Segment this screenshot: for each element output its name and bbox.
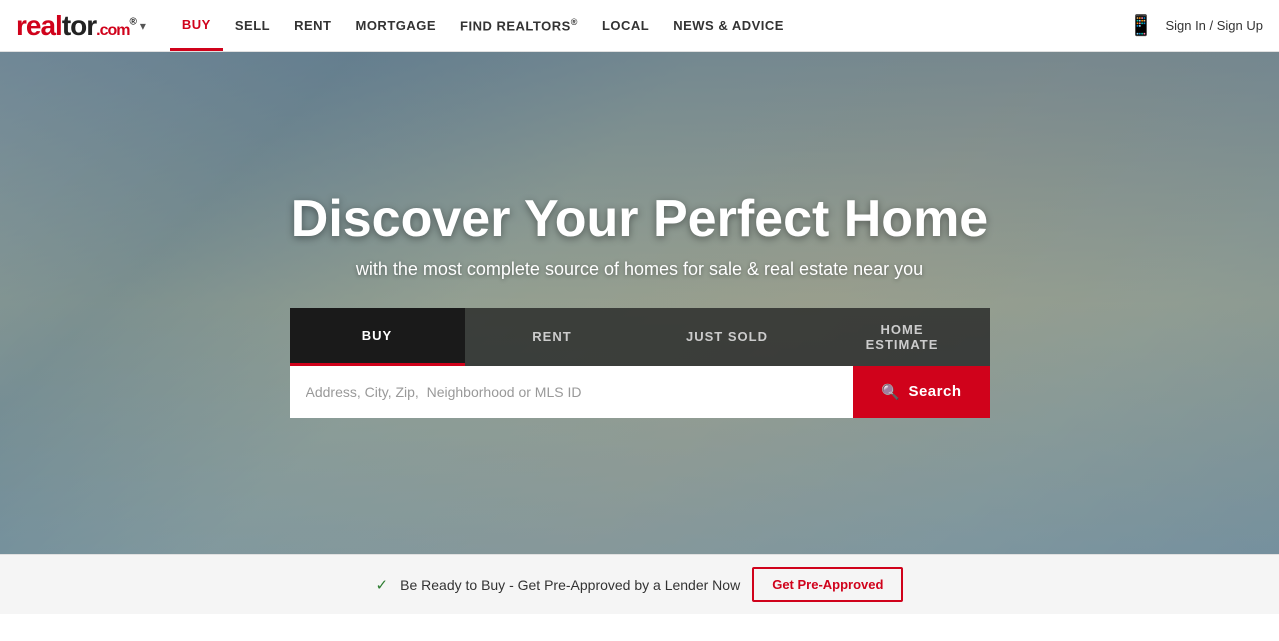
nav-link-mortgage[interactable]: MORTGAGE	[343, 2, 448, 49]
nav-links: BUY SELL RENT MORTGAGE Find REALTORS® LO…	[170, 1, 796, 51]
tab-rent[interactable]: RENT	[465, 308, 640, 366]
nav-item-buy[interactable]: BUY	[170, 1, 223, 51]
hero-content: Discover Your Perfect Home with the most…	[0, 189, 1279, 418]
logo[interactable]: realtor.com® ▾	[16, 10, 146, 42]
nav-item-sell[interactable]: SELL	[223, 2, 282, 49]
nav-link-sell[interactable]: SELL	[223, 2, 282, 49]
search-tabs: BUY RENT JUST SOLD HOME ESTIMATE	[290, 308, 990, 366]
nav-link-rent[interactable]: RENT	[282, 2, 343, 49]
nav-link-realtors[interactable]: Find REALTORS®	[448, 1, 590, 49]
logo-tor: tor	[62, 10, 96, 41]
tab-home-estimate[interactable]: HOME ESTIMATE	[815, 308, 990, 366]
get-pre-approved-button[interactable]: Get Pre-Approved	[752, 567, 903, 602]
logo-reg: ®	[130, 16, 136, 27]
nav-item-mortgage[interactable]: MORTGAGE	[343, 2, 448, 49]
nav-item-news[interactable]: NEWS & ADVICE	[661, 2, 796, 49]
tab-buy[interactable]: BUY	[290, 308, 465, 366]
navbar: realtor.com® ▾ BUY SELL RENT MORTGAGE Fi…	[0, 0, 1279, 52]
sign-in-link[interactable]: Sign In / Sign Up	[1165, 18, 1263, 33]
nav-item-realtors[interactable]: Find REALTORS®	[448, 1, 590, 49]
nav-link-news[interactable]: NEWS & ADVICE	[661, 2, 796, 49]
nav-item-rent[interactable]: RENT	[282, 2, 343, 49]
nav-item-local[interactable]: LOCAL	[590, 2, 661, 49]
search-input[interactable]	[290, 366, 854, 418]
promo-text: Be Ready to Buy - Get Pre-Approved by a …	[400, 577, 740, 593]
check-icon: ✓	[376, 576, 389, 594]
nav-link-local[interactable]: LOCAL	[590, 2, 661, 49]
nav-right: 📱 Sign In / Sign Up	[1129, 13, 1263, 38]
nav-link-buy[interactable]: BUY	[170, 1, 223, 51]
search-button[interactable]: 🔍 Search	[853, 366, 989, 418]
hero-section: Discover Your Perfect Home with the most…	[0, 52, 1279, 554]
search-container: BUY RENT JUST SOLD HOME ESTIMATE 🔍 Searc…	[290, 308, 990, 418]
logo-domain: .com	[96, 22, 129, 39]
search-button-label: Search	[908, 383, 961, 400]
hero-subtitle: with the most complete source of homes f…	[20, 259, 1259, 280]
search-box: 🔍 Search	[290, 366, 990, 418]
mobile-icon: 📱	[1129, 13, 1154, 38]
hero-title: Discover Your Perfect Home	[20, 189, 1259, 249]
logo-real: real	[16, 10, 62, 41]
tab-just-sold[interactable]: JUST SOLD	[640, 308, 815, 366]
chevron-down-icon[interactable]: ▾	[140, 19, 146, 33]
search-icon: 🔍	[881, 383, 900, 401]
promo-bar: ✓ Be Ready to Buy - Get Pre-Approved by …	[0, 554, 1279, 614]
